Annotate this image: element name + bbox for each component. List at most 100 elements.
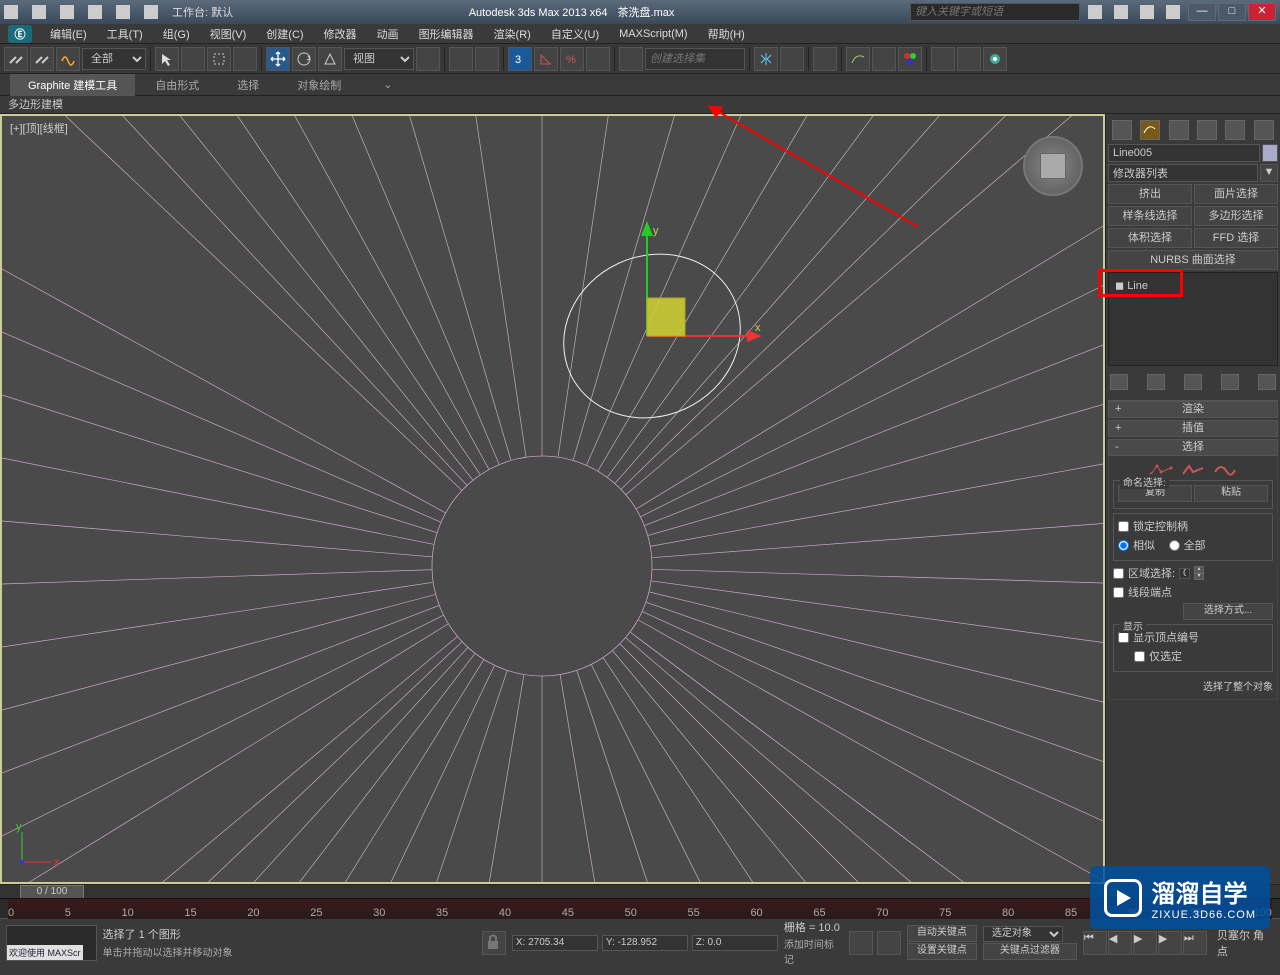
stack-remove-icon[interactable]	[1221, 374, 1239, 390]
lock-selection-icon[interactable]	[482, 931, 506, 955]
select-rotate-icon[interactable]	[292, 47, 316, 71]
close-button[interactable]: ✕	[1248, 3, 1276, 21]
chk-only-selected[interactable]: 仅选定	[1134, 648, 1268, 664]
qat-link-icon[interactable]	[144, 5, 158, 19]
time-tag-hint[interactable]: 添加时间标记	[784, 936, 843, 966]
goto-start-icon[interactable]: ⏮	[1083, 931, 1107, 955]
rollout-select[interactable]: -选择	[1108, 439, 1278, 456]
menu-rendering[interactable]: 渲染(R)	[484, 24, 541, 44]
btn-patch-select[interactable]: 面片选择	[1194, 184, 1278, 204]
set-key-button[interactable]: 设置关键点	[907, 943, 977, 960]
subobj-segment-icon[interactable]	[1181, 464, 1205, 476]
tab-display-icon[interactable]	[1225, 120, 1245, 140]
next-frame-icon[interactable]: ▶	[1158, 931, 1182, 955]
key-filters-button[interactable]: 关键点过滤器	[983, 943, 1077, 960]
render-setup-icon[interactable]	[931, 47, 955, 71]
spin-down[interactable]: ▾	[1194, 573, 1204, 580]
maximize-button[interactable]: □	[1218, 3, 1246, 21]
menu-grapheditors[interactable]: 图形编辑器	[409, 24, 484, 44]
coord-x[interactable]: X: 2705.34	[512, 935, 598, 951]
chk-segment-end[interactable]: 线段端点	[1113, 584, 1273, 600]
menu-view[interactable]: 视图(V)	[200, 24, 257, 44]
auto-key-button[interactable]: 自动关键点	[907, 925, 977, 942]
radio-all[interactable]	[1169, 540, 1180, 551]
btn-ffd-select[interactable]: FFD 选择	[1194, 228, 1278, 248]
use-center-icon[interactable]	[416, 47, 440, 71]
ribbon-expand-icon[interactable]: ⌄	[383, 78, 392, 91]
qat-undo-icon[interactable]	[88, 5, 102, 19]
globe-icon[interactable]	[1140, 5, 1154, 19]
select-scale-icon[interactable]	[318, 47, 342, 71]
named-selection-input[interactable]	[645, 48, 745, 70]
qat-open-icon[interactable]	[32, 5, 46, 19]
tab-freeform[interactable]: 自由形式	[137, 74, 217, 96]
stack-unique-icon[interactable]	[1184, 374, 1202, 390]
bind-spacewarp-icon[interactable]	[56, 47, 80, 71]
angle-snap-icon[interactable]	[534, 47, 558, 71]
menu-modifiers[interactable]: 修改器	[314, 24, 367, 44]
goto-end-icon[interactable]: ⏭	[1183, 931, 1207, 955]
select-region-icon[interactable]	[207, 47, 231, 71]
manipulate-icon[interactable]	[449, 47, 473, 71]
menu-tools[interactable]: 工具(T)	[97, 24, 153, 44]
btn-extrude[interactable]: 挤出	[1108, 184, 1192, 204]
menu-help[interactable]: 帮助(H)	[698, 24, 755, 44]
menu-customize[interactable]: 自定义(U)	[541, 24, 609, 44]
viewcube[interactable]	[1023, 136, 1083, 196]
window-crossing-icon[interactable]	[233, 47, 257, 71]
object-color-swatch[interactable]	[1262, 144, 1278, 162]
select-object-icon[interactable]	[155, 47, 179, 71]
tab-motion-icon[interactable]	[1197, 120, 1217, 140]
time-slider-handle[interactable]: 0 / 100	[20, 885, 84, 899]
btn-spline-select[interactable]: 样条线选择	[1108, 206, 1192, 226]
timeline-ruler[interactable]: 0510 152025 303540 455055 606570 758085 …	[8, 899, 1272, 919]
subobj-spline-icon[interactable]	[1213, 464, 1237, 476]
btn-nurbs-select[interactable]: NURBS 曲面选择	[1108, 250, 1278, 270]
tab-utilities-icon[interactable]	[1254, 120, 1274, 140]
qat-save-icon[interactable]	[60, 5, 74, 19]
object-name-input[interactable]	[1108, 144, 1260, 162]
viewport-top[interactable]: [+][顶][线框]	[0, 114, 1105, 884]
mirror-icon[interactable]	[754, 47, 778, 71]
menu-create[interactable]: 创建(C)	[256, 24, 313, 44]
keyboard-shortcut-icon[interactable]	[475, 47, 499, 71]
tab-hierarchy-icon[interactable]	[1169, 120, 1189, 140]
spin-up[interactable]: ▴	[1194, 566, 1204, 573]
edit-named-sel-icon[interactable]	[619, 47, 643, 71]
binoculars-icon[interactable]	[1088, 5, 1102, 19]
schematic-view-icon[interactable]	[872, 47, 896, 71]
prev-frame-icon[interactable]: ◀	[1108, 931, 1132, 955]
select-by-name-icon[interactable]	[181, 47, 205, 71]
help-search-input[interactable]	[910, 3, 1080, 21]
tab-objectpaint[interactable]: 对象绘制	[279, 74, 359, 96]
layer-manager-icon[interactable]	[813, 47, 837, 71]
time-slider-bar[interactable]: 0 / 100	[0, 884, 1280, 898]
btn-paste[interactable]: 粘贴	[1194, 485, 1268, 502]
menu-group[interactable]: 组(G)	[153, 24, 200, 44]
ribbon-panel-label[interactable]: 多边形建模	[0, 96, 1280, 114]
qat-redo-icon[interactable]	[116, 5, 130, 19]
minimize-button[interactable]: —	[1188, 3, 1216, 21]
tab-create-icon[interactable]	[1112, 120, 1132, 140]
stack-show-end-icon[interactable]	[1147, 374, 1165, 390]
select-move-icon[interactable]	[266, 47, 290, 71]
key-target[interactable]: 选定对象	[983, 926, 1063, 942]
link-icon[interactable]	[4, 47, 28, 71]
time-tag-icon[interactable]	[877, 931, 901, 955]
workspace-dropdown[interactable]: 工作台: 默认	[172, 4, 233, 20]
btn-vol-select[interactable]: 体积选择	[1108, 228, 1192, 248]
menu-maxscript[interactable]: MAXScript(M)	[609, 26, 697, 42]
rollout-interp[interactable]: +插值	[1108, 420, 1278, 437]
snap-toggle-icon[interactable]: 3	[508, 47, 532, 71]
tab-selection[interactable]: 选择	[219, 74, 277, 96]
rollout-render[interactable]: +渲染	[1108, 401, 1278, 418]
stack-pin-icon[interactable]	[1110, 374, 1128, 390]
material-editor-icon[interactable]	[898, 47, 922, 71]
stack-configure-icon[interactable]	[1258, 374, 1276, 390]
btn-poly-select[interactable]: 多边形选择	[1194, 206, 1278, 226]
menu-edit[interactable]: 编辑(E)	[40, 24, 97, 44]
modifier-list-dropdown[interactable]: 修改器列表	[1108, 164, 1258, 182]
btn-select-by[interactable]: 选择方式...	[1183, 603, 1273, 620]
reference-coord[interactable]: 视图	[344, 48, 414, 70]
help-icon[interactable]	[1166, 5, 1180, 19]
